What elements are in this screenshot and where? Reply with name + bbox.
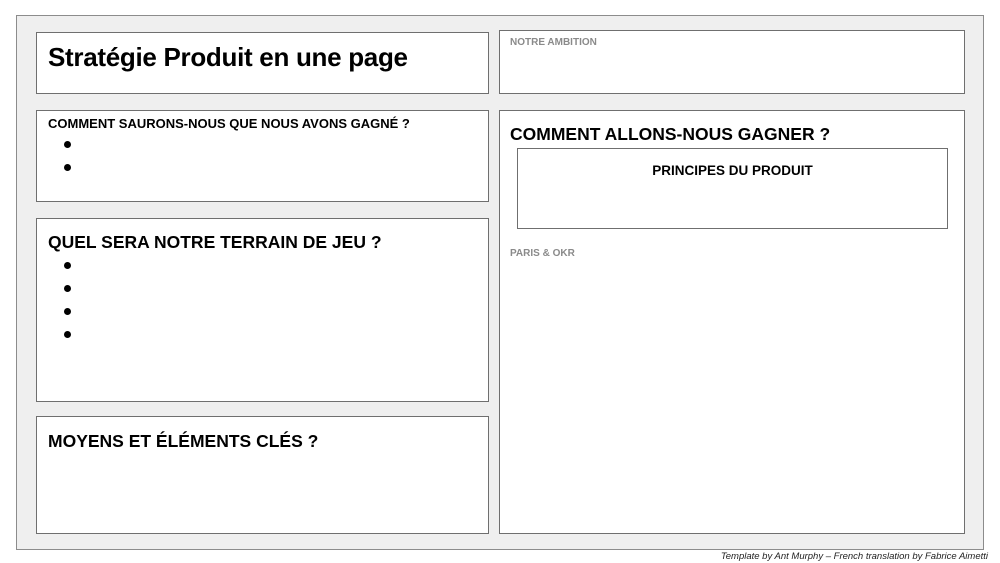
how-to-win-heading: COMMENT ALLONS-NOUS GAGNER ?: [510, 124, 831, 144]
means-heading: MOYENS ET ÉLÉMENTS CLÉS ?: [48, 431, 319, 451]
terrain-heading: QUEL SERA NOTRE TERRAIN DE JEU ?: [48, 232, 382, 252]
ambition-label: NOTRE AMBITION: [510, 37, 597, 48]
principles-heading: PRINCIPES DU PRODUIT: [652, 163, 813, 178]
terrain-bullet-2: [64, 285, 71, 292]
terrain-bullet-3: [64, 308, 71, 315]
footer-credit: Template by Ant Murphy – French translat…: [720, 551, 988, 562]
win-criteria-bullet-1: [64, 141, 71, 148]
page-title: Stratégie Produit en une page: [48, 42, 408, 72]
principles-box: [517, 148, 948, 229]
win-criteria-bullet-2: [64, 164, 71, 171]
bets-okr-label: PARIS & OKR: [510, 248, 575, 259]
terrain-bullet-4: [64, 331, 71, 338]
win-criteria-heading: COMMENT SAURONS-NOUS QUE NOUS AVONS GAGN…: [48, 116, 410, 131]
terrain-bullet-1: [64, 262, 71, 269]
